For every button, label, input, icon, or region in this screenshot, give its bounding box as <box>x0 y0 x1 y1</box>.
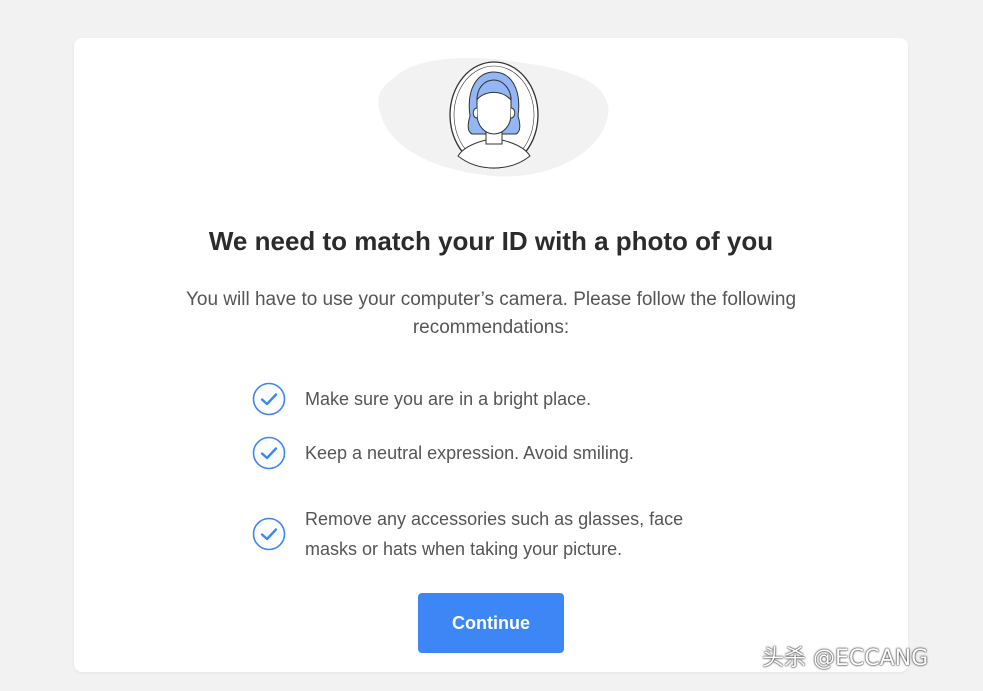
recommendation-text: Make sure you are in a bright place. <box>305 389 592 409</box>
recommendation-item: Remove any accessories such as glasses, … <box>252 504 732 564</box>
left-ear <box>472 107 478 119</box>
continue-button[interactable]: Continue <box>418 593 564 653</box>
recommendation-item: Make sure you are in a bright place. <box>252 382 732 416</box>
recommendation-item: Keep a neutral expression. Avoid smiling… <box>252 436 732 470</box>
verification-card: We need to match your ID with a photo of… <box>74 38 908 672</box>
right-ear <box>510 107 516 119</box>
check-circle-icon <box>252 436 286 470</box>
watermark: 头杀 @ECCANG <box>762 646 929 671</box>
recommendation-text: Keep a neutral expression. Avoid smiling… <box>305 443 634 463</box>
check-circle-icon <box>252 382 286 416</box>
check-circle-icon <box>252 517 286 551</box>
page-title: We need to match your ID with a photo of… <box>208 226 774 256</box>
page-subtitle: You will have to use your computer’s cam… <box>185 289 797 338</box>
face-photo-illustration <box>378 58 609 177</box>
recommendation-text: Remove any accessories such as glasses, … <box>305 509 684 559</box>
